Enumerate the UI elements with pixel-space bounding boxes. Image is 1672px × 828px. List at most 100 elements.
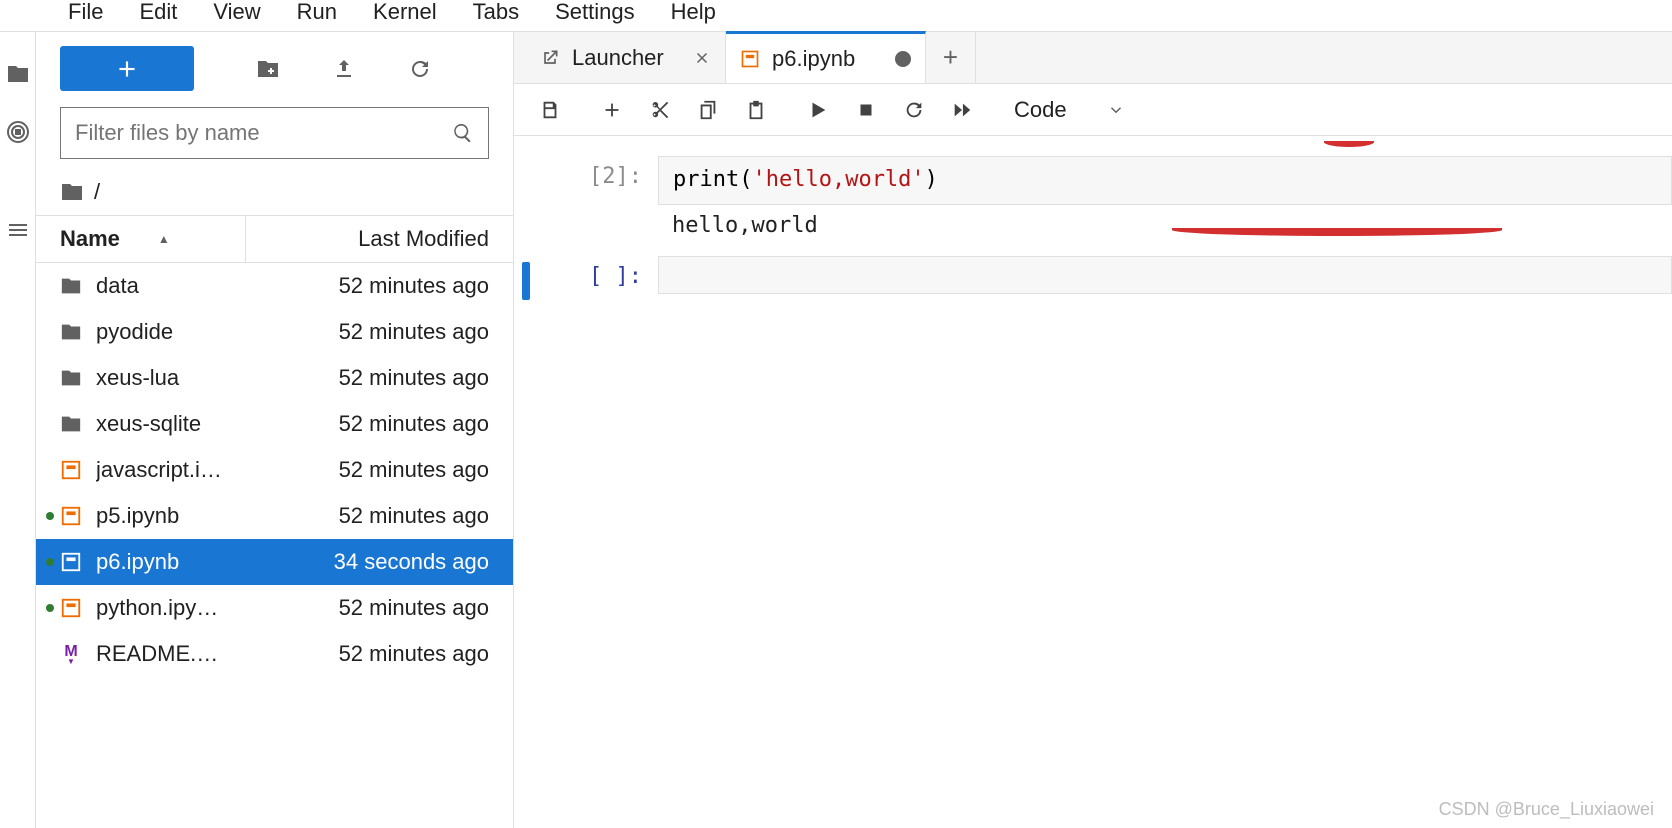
- menu-run[interactable]: Run: [279, 0, 355, 29]
- menu-settings[interactable]: Settings: [537, 0, 653, 29]
- stop-icon: [855, 99, 877, 121]
- play-icon: [807, 99, 829, 121]
- notebook-icon: [60, 459, 82, 481]
- file-name: data: [96, 273, 339, 299]
- notebook-cell[interactable]: [ ]:: [514, 256, 1672, 300]
- file-name: xeus-lua: [96, 365, 339, 391]
- restart-kernel-button[interactable]: [890, 86, 938, 134]
- tab-launcher[interactable]: Launcher: [526, 32, 726, 83]
- file-name: p5.ipynb: [96, 503, 339, 529]
- copy-cell-button[interactable]: [684, 86, 732, 134]
- file-modified: 52 minutes ago: [339, 411, 489, 437]
- file-modified: 52 minutes ago: [339, 457, 489, 483]
- cell-type-dropdown[interactable]: Code: [1000, 97, 1139, 123]
- notebook-toolbar: Code: [514, 84, 1672, 136]
- launch-icon: [540, 48, 560, 68]
- insert-cell-button[interactable]: [588, 86, 636, 134]
- menu-file[interactable]: File: [50, 0, 121, 29]
- active-cell-indicator: [522, 262, 530, 300]
- file-modified: 52 minutes ago: [339, 273, 489, 299]
- tab-label: Launcher: [572, 45, 681, 71]
- menu-kernel[interactable]: Kernel: [355, 0, 455, 29]
- search-icon: [452, 122, 474, 144]
- run-cell-button[interactable]: [794, 86, 842, 134]
- refresh-icon[interactable]: [408, 57, 432, 81]
- chevron-down-icon: [1107, 101, 1125, 119]
- file-name: javascript.i…: [96, 457, 339, 483]
- column-name[interactable]: Name▲: [36, 216, 246, 262]
- notebook-icon: [60, 551, 82, 573]
- code-output: hello,world: [658, 205, 1672, 246]
- sort-caret-icon: ▲: [158, 232, 170, 246]
- new-tab-button[interactable]: +: [926, 32, 976, 83]
- cell-prompt: [2]:: [538, 156, 658, 246]
- running-kernels-icon[interactable]: [6, 120, 30, 144]
- file-modified: 52 minutes ago: [339, 503, 489, 529]
- folder-icon: [60, 180, 84, 204]
- file-name: README.…: [96, 641, 339, 667]
- file-browser: / Name▲ Last Modified data52 minutes ago…: [36, 32, 514, 828]
- file-modified: 52 minutes ago: [339, 319, 489, 345]
- file-row-python-ipy-[interactable]: python.ipy…52 minutes ago: [36, 585, 513, 631]
- file-row-xeus-lua[interactable]: xeus-lua52 minutes ago: [36, 355, 513, 401]
- file-row-readme--[interactable]: M▼ README.…52 minutes ago: [36, 631, 513, 677]
- cell-type-label: Code: [1014, 97, 1067, 123]
- tab-bar: Launcher p6.ipynb +: [514, 32, 1672, 84]
- notebook-icon: [60, 505, 82, 527]
- file-toolbar: [36, 46, 513, 107]
- paste-cell-button[interactable]: [732, 86, 780, 134]
- folder-icon: [60, 367, 82, 389]
- save-icon: [539, 99, 561, 121]
- restart-icon: [903, 99, 925, 121]
- activity-bar: [0, 32, 36, 828]
- file-modified: 34 seconds ago: [334, 549, 489, 575]
- cell-prompt: [ ]:: [538, 256, 658, 300]
- file-row-xeus-sqlite[interactable]: xeus-sqlite52 minutes ago: [36, 401, 513, 447]
- file-row-p6-ipynb[interactable]: p6.ipynb34 seconds ago: [36, 539, 513, 585]
- notebook-cells: [2]: print('hello,world') hello,world [ …: [514, 136, 1672, 828]
- filter-input[interactable]: [75, 120, 452, 146]
- folder-icon: [60, 413, 82, 435]
- close-icon[interactable]: [693, 49, 711, 67]
- file-row-data[interactable]: data52 minutes ago: [36, 263, 513, 309]
- file-row-pyodide[interactable]: pyodide52 minutes ago: [36, 309, 513, 355]
- notebook-cell[interactable]: [2]: print('hello,world') hello,world: [514, 156, 1672, 246]
- cut-cell-button[interactable]: [636, 86, 684, 134]
- menu-edit[interactable]: Edit: [121, 0, 195, 29]
- folder-icon[interactable]: [6, 62, 30, 86]
- menu-help[interactable]: Help: [653, 0, 734, 29]
- fast-forward-icon: [951, 99, 973, 121]
- breadcrumb-path: /: [94, 179, 100, 205]
- annotation-red-underline: [1324, 137, 1374, 147]
- file-list-header: Name▲ Last Modified: [36, 215, 513, 263]
- upload-icon[interactable]: [332, 57, 356, 81]
- folder-icon: [60, 321, 82, 343]
- new-launcher-button[interactable]: [60, 46, 194, 91]
- menubar: File Edit View Run Kernel Tabs Settings …: [0, 0, 1672, 32]
- file-name: pyodide: [96, 319, 339, 345]
- code-input[interactable]: [658, 256, 1672, 294]
- breadcrumb[interactable]: /: [36, 171, 513, 215]
- file-row-javascript-i-[interactable]: javascript.i…52 minutes ago: [36, 447, 513, 493]
- folder-icon: [60, 275, 82, 297]
- scissors-icon: [649, 99, 671, 121]
- copy-icon: [697, 99, 719, 121]
- menu-tabs[interactable]: Tabs: [455, 0, 537, 29]
- column-modified[interactable]: Last Modified: [246, 226, 513, 252]
- markdown-icon: M▼: [60, 643, 82, 665]
- code-input[interactable]: print('hello,world'): [658, 156, 1672, 205]
- save-button[interactable]: [526, 86, 574, 134]
- tab-p6-ipynb[interactable]: p6.ipynb: [726, 31, 926, 83]
- toc-icon[interactable]: [6, 218, 30, 242]
- file-row-p5-ipynb[interactable]: p5.ipynb52 minutes ago: [36, 493, 513, 539]
- restart-run-all-button[interactable]: [938, 86, 986, 134]
- menu-view[interactable]: View: [195, 0, 278, 29]
- notebook-icon: [740, 49, 760, 69]
- file-name: python.ipy…: [96, 595, 339, 621]
- running-indicator: [46, 558, 54, 566]
- new-folder-icon[interactable]: [256, 57, 280, 81]
- paste-icon: [745, 99, 767, 121]
- interrupt-kernel-button[interactable]: [842, 86, 890, 134]
- file-modified: 52 minutes ago: [339, 641, 489, 667]
- file-name: p6.ipynb: [96, 549, 334, 575]
